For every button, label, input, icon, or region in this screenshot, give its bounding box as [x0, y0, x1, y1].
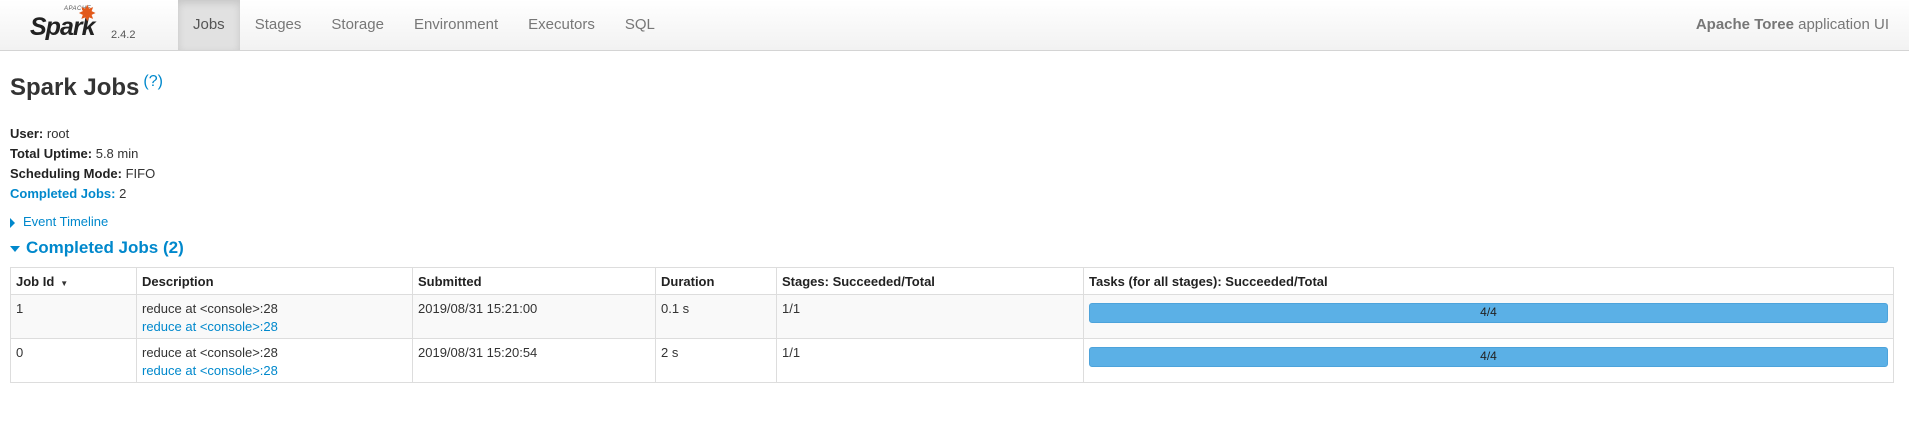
mode-label: Scheduling Mode: [10, 166, 122, 181]
nav-tab-stages[interactable]: Stages [240, 0, 317, 50]
summary-user: User: root [10, 124, 1899, 144]
completed-jobs-heading: Completed Jobs (2) [26, 238, 184, 257]
cell-job-id: 0 [10, 338, 137, 383]
cell-tasks: 4/4 [1083, 338, 1894, 383]
summary-uptime: Total Uptime: 5.8 min [10, 144, 1899, 164]
tasks-progress-bar: 4/4 [1089, 347, 1888, 367]
header-description[interactable]: Description [136, 267, 413, 295]
top-navbar: APACHE Spark ✸ 2.4.2 Jobs Stages Storage… [0, 0, 1909, 51]
spark-star-icon: ✸ [78, 1, 97, 26]
spark-version: 2.4.2 [111, 29, 136, 41]
cell-description: reduce at <console>:28 reduce at <consol… [136, 294, 413, 339]
event-timeline-label: Event Timeline [23, 214, 109, 229]
cell-duration: 0.1 s [655, 294, 777, 339]
main-content: Spark Jobs (?) User: root Total Uptime: 5… [0, 73, 1909, 383]
description-link[interactable]: reduce at <console>:28 [142, 319, 407, 334]
help-link[interactable]: (?) [143, 73, 163, 90]
app-suffix: application UI [1793, 16, 1889, 33]
cell-description: reduce at <console>:28 reduce at <consol… [136, 338, 413, 383]
cell-submitted: 2019/08/31 15:20:54 [412, 338, 656, 383]
completed-jobs-section-toggle[interactable]: Completed Jobs (2) [10, 238, 1899, 258]
mode-value: FIFO [125, 166, 156, 181]
completed-label: Completed Jobs: [10, 186, 116, 201]
header-stages[interactable]: Stages: Succeeded/Total [776, 267, 1084, 295]
table-row: 1 reduce at <console>:28 reduce at <cons… [10, 294, 1894, 339]
uptime-value: 5.8 min [95, 146, 139, 161]
table-row: 0 reduce at <console>:28 reduce at <cons… [10, 338, 1894, 383]
nav-tab-environment[interactable]: Environment [399, 0, 513, 50]
tasks-progress-label: 4/4 [1480, 349, 1497, 363]
cell-stages: 1/1 [776, 294, 1084, 339]
page-title-text: Spark Jobs [10, 74, 140, 101]
app-name-label: Apache Toree application UI [1696, 0, 1889, 50]
description-text: reduce at <console>:28 [142, 301, 278, 316]
description-text: reduce at <console>:28 [142, 345, 278, 360]
user-value: root [46, 126, 70, 141]
nav-tab-sql[interactable]: SQL [610, 0, 670, 50]
completed-jobs-table: Job Id ▼ Description Submitted Duration S… [10, 267, 1894, 383]
tasks-progress-label: 4/4 [1480, 305, 1497, 319]
summary-scheduling-mode: Scheduling Mode: FIFO [10, 164, 1899, 184]
header-duration[interactable]: Duration [655, 267, 777, 295]
page-title: Spark Jobs (?) [10, 73, 1899, 102]
cell-submitted: 2019/08/31 15:21:00 [412, 294, 656, 339]
cell-stages: 1/1 [776, 338, 1084, 383]
completed-value: 2 [119, 186, 127, 201]
spark-logo[interactable]: APACHE Spark ✸ 2.4.2 [28, 1, 148, 47]
description-link[interactable]: reduce at <console>:28 [142, 363, 407, 378]
nav-tab-executors[interactable]: Executors [513, 0, 610, 50]
header-job-id[interactable]: Job Id ▼ [10, 267, 137, 295]
nav-tab-jobs[interactable]: Jobs [178, 0, 240, 50]
cell-job-id: 1 [10, 294, 137, 339]
app-name: Apache Toree [1695, 16, 1794, 33]
completed-jobs-link[interactable]: Completed Jobs: [10, 186, 115, 201]
header-submitted[interactable]: Submitted [412, 267, 656, 295]
job-summary-list: User: root Total Uptime: 5.8 min Schedul… [10, 124, 1899, 204]
event-timeline-toggle[interactable]: Event Timeline [10, 214, 1899, 229]
main-nav: Jobs Stages Storage Environment Executor… [178, 0, 670, 50]
tasks-progress-bar: 4/4 [1089, 303, 1888, 323]
header-tasks[interactable]: Tasks (for all stages): Succeeded/Total [1083, 267, 1894, 295]
cell-tasks: 4/4 [1083, 294, 1894, 339]
header-job-id-label: Job Id [16, 274, 55, 289]
caret-down-icon [10, 245, 20, 252]
nav-tab-storage[interactable]: Storage [316, 0, 399, 50]
summary-completed-jobs: Completed Jobs: 2 [10, 184, 1899, 204]
sort-desc-icon: ▼ [60, 279, 69, 288]
user-label: User: [10, 126, 44, 141]
cell-duration: 2 s [655, 338, 777, 383]
uptime-label: Total Uptime: [10, 146, 93, 161]
caret-right-icon [10, 217, 15, 228]
table-header-row: Job Id ▼ Description Submitted Duration S… [10, 267, 1894, 295]
